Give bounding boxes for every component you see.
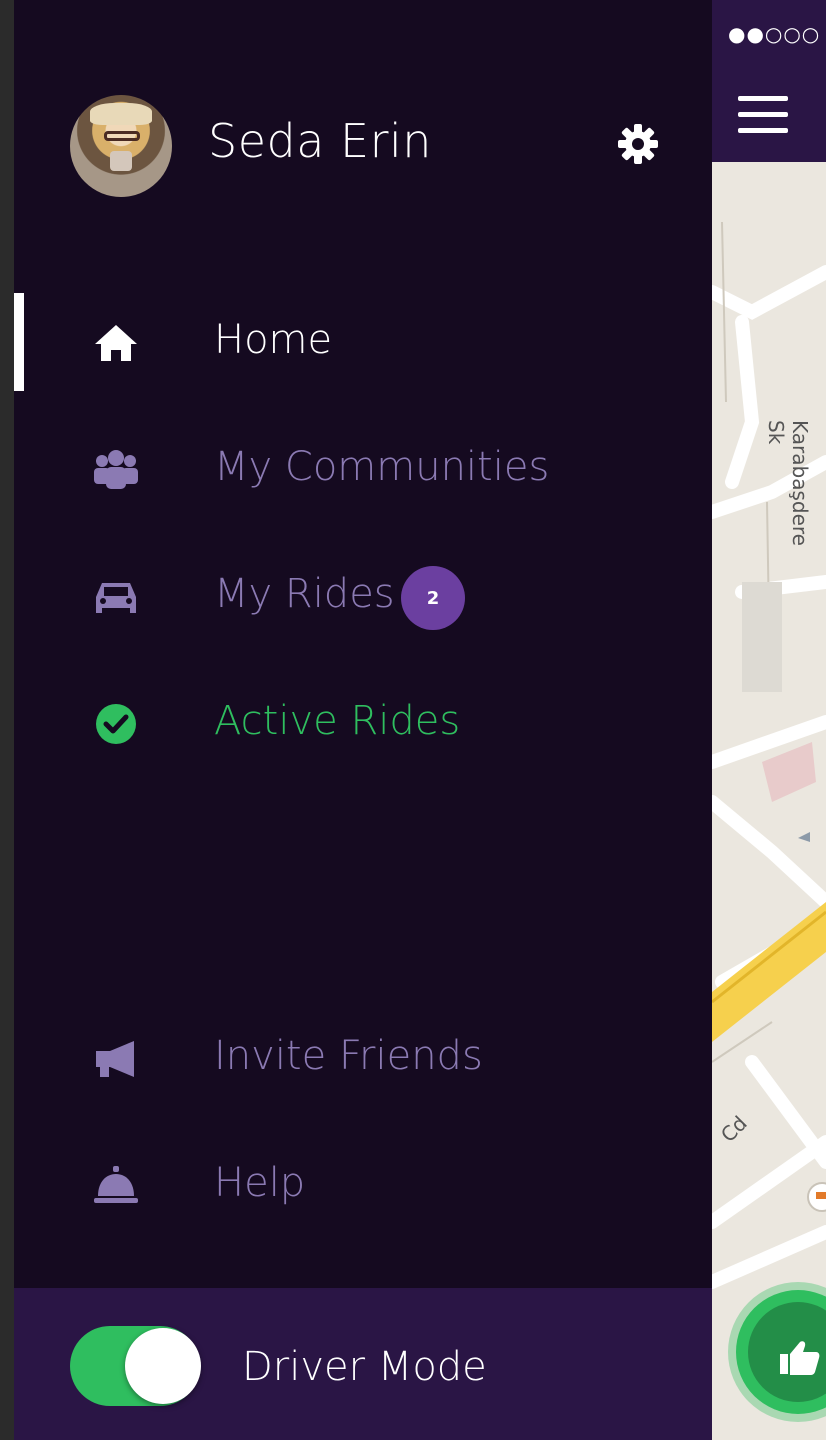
navigation-drawer: Seda Erin Home My Communities My Rides 2… — [14, 0, 712, 1440]
menu-item-label: My Communities — [214, 444, 550, 490]
menu-item-active-rides[interactable]: Active Rides — [14, 678, 712, 768]
menu-item-label: Home — [214, 317, 333, 363]
gear-icon[interactable] — [614, 120, 662, 168]
profile-header[interactable]: Seda Erin — [14, 90, 712, 200]
car-icon — [88, 573, 144, 621]
avatar[interactable] — [70, 95, 172, 197]
rides-count-badge: 2 — [401, 566, 465, 630]
thumbs-up-icon — [780, 1341, 820, 1375]
avatar-glasses-shape — [104, 131, 140, 141]
menu-item-help[interactable]: Help — [14, 1140, 712, 1230]
driver-mode-label: Driver Mode — [242, 1344, 487, 1390]
menu-item-label: Invite Friends — [214, 1033, 483, 1079]
home-icon — [88, 319, 144, 367]
map-street-label: Karabaşdere Sk — [764, 420, 812, 546]
service-bell-icon — [88, 1162, 144, 1210]
profile-name: Seda Erin — [208, 114, 432, 168]
like-button-inner — [748, 1302, 826, 1402]
driver-mode-toggle[interactable] — [70, 1326, 201, 1406]
community-icon — [88, 446, 144, 494]
app-header: ●●○○○ — [712, 0, 826, 162]
menu-item-my-communities[interactable]: My Communities — [14, 424, 712, 514]
driver-mode-footer: Driver Mode — [14, 1288, 712, 1440]
menu-item-invite-friends[interactable]: Invite Friends — [14, 1013, 712, 1103]
main-screen-peek: ●●○○○ Karabaşdere Sk Cd — [712, 0, 826, 1440]
left-edge-strip — [0, 0, 14, 1440]
avatar-hat-shape — [90, 103, 152, 125]
menu-item-home[interactable]: Home — [14, 297, 712, 387]
check-circle-icon — [88, 700, 144, 748]
map-view[interactable]: Karabaşdere Sk Cd — [712, 162, 826, 1440]
menu-item-my-rides[interactable]: My Rides 2 — [14, 551, 712, 641]
avatar-cup-shape — [110, 151, 132, 171]
signal-strength-indicator: ●●○○○ — [728, 22, 821, 46]
menu-item-label: My Rides — [214, 571, 395, 617]
megaphone-icon — [88, 1035, 144, 1083]
toggle-knob[interactable] — [125, 1328, 201, 1404]
menu-item-label: Active Rides — [214, 698, 461, 744]
menu-item-label: Help — [214, 1160, 306, 1206]
hamburger-menu-icon[interactable] — [738, 96, 788, 136]
